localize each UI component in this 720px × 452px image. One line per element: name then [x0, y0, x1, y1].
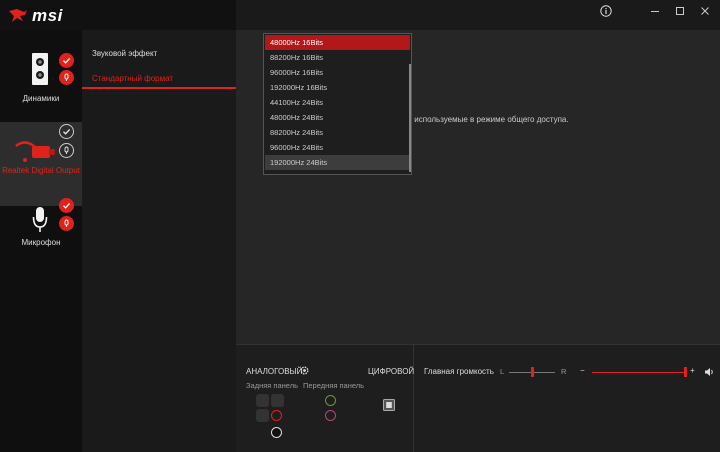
connector-panel: АНАЛОГОВЫЙ ЦИФРОВОЙ Задняя панель Передн… — [236, 344, 414, 452]
rear-panel-label: Задняя панель — [246, 381, 299, 390]
maximize-button[interactable] — [667, 2, 693, 20]
balance-slider-thumb[interactable] — [530, 367, 534, 377]
format-description: сть, используемые в режиме общего доступ… — [398, 115, 569, 124]
front-port-headphone[interactable] — [325, 395, 336, 406]
close-icon — [701, 7, 709, 15]
microphone-icon — [32, 207, 48, 232]
master-volume-label: Главная громкость — [424, 367, 494, 376]
format-option[interactable]: 96000Hz 24Bits — [265, 140, 410, 155]
minimize-button[interactable] — [642, 2, 668, 20]
analog-label: АНАЛОГОВЫЙ — [246, 367, 303, 376]
check-icon — [63, 202, 71, 209]
format-option[interactable]: 192000Hz 16Bits — [265, 80, 410, 95]
menu-item-default-format[interactable]: Стандартный формат — [92, 74, 173, 83]
device-label: Динамики — [22, 94, 60, 103]
speaker-volume-icon[interactable] — [704, 367, 715, 377]
microphone-small-icon — [64, 73, 69, 81]
device-label: Микрофон — [21, 238, 61, 247]
close-button[interactable] — [692, 2, 718, 20]
device-speakers[interactable]: Динамики — [0, 38, 82, 122]
default-communication-badge[interactable] — [59, 143, 74, 158]
gear-icon[interactable] — [299, 365, 310, 376]
rear-jack[interactable] — [271, 394, 284, 407]
format-dropdown-list[interactable]: 48000Hz 16Bits 88200Hz 16Bits 96000Hz 16… — [263, 33, 412, 175]
minimize-icon — [651, 11, 659, 12]
default-device-badge[interactable] — [59, 198, 74, 213]
spdif-port-icon[interactable] — [383, 399, 395, 411]
format-option[interactable]: 44100Hz 24Bits — [265, 95, 410, 110]
speaker-icon — [32, 53, 48, 85]
menu-item-sound-effect[interactable]: Звуковой эффект — [92, 49, 157, 58]
format-option[interactable]: 96000Hz 16Bits — [265, 65, 410, 80]
info-icon — [600, 5, 612, 17]
settings-menu: Звуковой эффект Стандартный формат — [82, 30, 236, 452]
balance-right-label: R — [561, 367, 567, 376]
check-icon — [63, 57, 71, 64]
volume-plus-button[interactable]: + — [690, 366, 695, 375]
volume-slider-thumb[interactable] — [684, 367, 687, 377]
microphone-small-icon — [64, 219, 69, 227]
rear-jack[interactable] — [256, 409, 269, 422]
default-device-badge[interactable] — [59, 53, 74, 68]
default-communication-badge[interactable] — [59, 70, 74, 85]
balance-left-label: L — [500, 367, 505, 376]
device-microphone[interactable]: Микрофон — [0, 198, 82, 282]
front-panel-label: Передняя панель — [303, 381, 365, 390]
format-option[interactable]: 88200Hz 24Bits — [265, 125, 410, 140]
volume-minus-button[interactable]: − — [580, 366, 585, 375]
default-device-badge[interactable] — [59, 124, 74, 139]
default-communication-badge[interactable] — [59, 216, 74, 231]
rear-port-active[interactable] — [271, 410, 282, 421]
logo-text: msi — [32, 6, 63, 25]
maximize-icon — [676, 7, 684, 15]
format-option[interactable]: 192000Hz 24Bits — [265, 155, 410, 170]
format-option[interactable]: 48000Hz 24Bits — [265, 110, 410, 125]
rear-port-black[interactable] — [271, 427, 282, 438]
device-sidebar: Динамики Realtek Digital Output Микрофон — [0, 30, 82, 452]
optical-cable-icon — [15, 141, 55, 162]
volume-panel: Главная громкость L R − + — [414, 344, 720, 452]
dragon-icon — [9, 9, 27, 22]
device-label: Realtek Digital Output — [2, 166, 80, 175]
msi-logo: msi — [8, 6, 63, 26]
info-button[interactable] — [593, 2, 619, 20]
microphone-small-icon — [64, 146, 69, 154]
digital-label: ЦИФРОВОЙ — [368, 367, 415, 376]
volume-track[interactable] — [592, 372, 687, 373]
format-option[interactable]: 88200Hz 16Bits — [265, 50, 410, 65]
rear-jack[interactable] — [256, 394, 269, 407]
format-option[interactable]: 48000Hz 16Bits — [265, 35, 410, 50]
check-icon — [63, 128, 71, 135]
front-port-mic[interactable] — [325, 410, 336, 421]
title-bar-brand-area: msi — [0, 0, 236, 30]
dropdown-scrollbar[interactable] — [409, 64, 411, 172]
active-menu-indicator — [82, 87, 236, 89]
device-digital-output[interactable]: Realtek Digital Output — [0, 122, 82, 206]
title-bar: msi — [0, 0, 720, 30]
